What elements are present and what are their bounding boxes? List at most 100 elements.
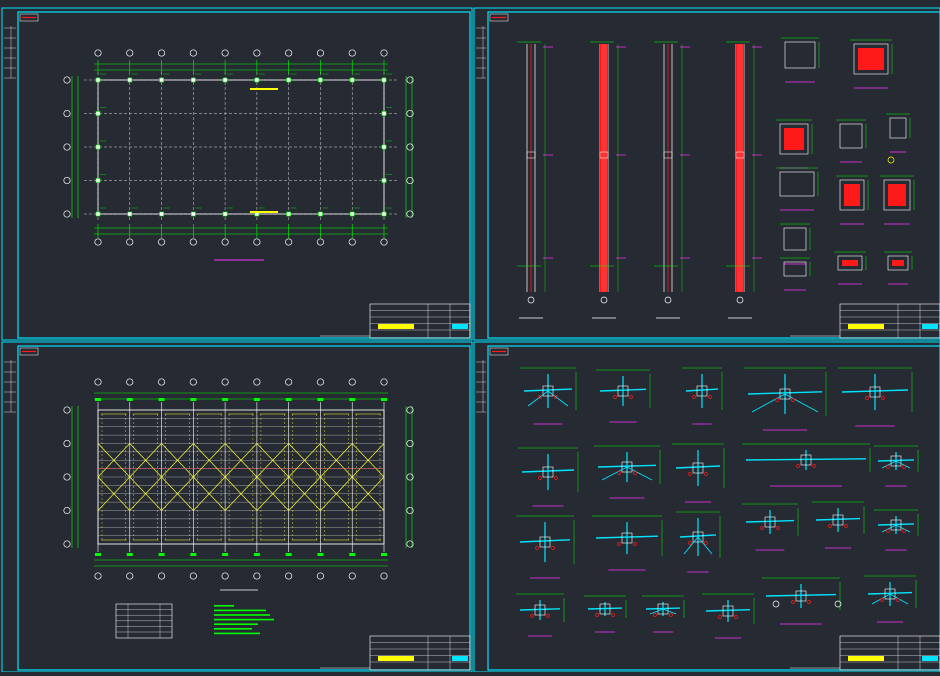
bolt-icon	[653, 613, 657, 617]
sheet-foundation-plan	[1, 7, 473, 341]
cad-sheets-svg	[1, 7, 940, 673]
axis-bubble-icon	[316, 572, 324, 580]
brace-member	[649, 608, 664, 615]
bolt-icon	[791, 600, 795, 604]
title-block-frame	[839, 635, 940, 671]
rafter-tag	[285, 398, 292, 401]
bolt-icon	[617, 471, 621, 475]
bolt-icon	[775, 398, 779, 402]
title-block-frame	[369, 635, 471, 671]
column-square-icon	[254, 77, 260, 83]
bolt-icon	[886, 529, 890, 533]
axis-bubble-icon	[736, 296, 744, 304]
anchor-bolt-icon	[887, 156, 895, 164]
plan-note	[250, 88, 278, 90]
bolt-icon	[554, 476, 558, 480]
plan-note	[250, 211, 278, 213]
node-detail-icon	[520, 367, 577, 425]
bolt-icon	[704, 541, 708, 545]
title-block	[320, 635, 471, 671]
bolt-icon	[629, 395, 633, 399]
material-table	[115, 603, 173, 639]
sheet-outer-frame	[1, 7, 473, 341]
brace-member	[626, 466, 653, 481]
title-block	[790, 303, 940, 339]
column-square-icon	[95, 178, 101, 183]
column-elevation	[654, 41, 690, 319]
rafter-tag	[158, 398, 165, 401]
axis-bubble-icon	[772, 600, 780, 608]
brace-member	[751, 393, 786, 413]
brace-member	[895, 524, 911, 533]
column-square-icon	[159, 211, 164, 217]
title-block-frame	[369, 303, 471, 339]
node-detail-icon	[672, 443, 725, 503]
brace-member	[881, 460, 897, 469]
axis-bubble-icon	[221, 378, 229, 386]
bolt-icon	[886, 465, 890, 469]
title-block-logo	[452, 656, 468, 661]
column-square-icon	[381, 211, 387, 217]
node-detail-icon	[834, 251, 867, 285]
axis-bubble-icon	[63, 210, 71, 218]
bolt-icon	[828, 524, 832, 528]
bolt-icon	[812, 464, 816, 468]
axis-bubble-icon	[221, 49, 229, 57]
column-square-icon	[95, 211, 101, 217]
bolt-icon	[844, 524, 848, 528]
node-detail-icon	[516, 593, 565, 637]
node-detail-icon	[880, 175, 915, 225]
rafter-tag	[253, 398, 260, 401]
title-block-name-bar	[378, 324, 414, 329]
column-square-icon	[127, 77, 133, 83]
detail-plate-fill	[858, 48, 884, 70]
sheet-inner-frame	[17, 345, 471, 671]
column-square-icon	[318, 77, 323, 83]
title-block-logo	[452, 324, 468, 329]
node-detail-icon	[762, 577, 841, 625]
axis-bubble-icon	[380, 238, 388, 246]
bolt-icon	[902, 529, 906, 533]
axis-bubble-icon	[63, 406, 71, 414]
column-square-icon	[191, 77, 196, 83]
column-square-icon	[381, 77, 387, 83]
axis-bubble-icon	[380, 49, 388, 57]
brace-member	[547, 390, 569, 407]
axis-bubble-icon	[158, 238, 166, 246]
brace-member	[895, 460, 911, 469]
node-detail-icon	[642, 595, 685, 633]
axis-bubble-icon	[600, 296, 608, 304]
axis-bubble-icon	[63, 506, 71, 515]
node-detail-icon	[592, 515, 663, 571]
axis-bubble-icon	[253, 572, 261, 580]
node-detail-icon	[884, 251, 913, 285]
axis-bubble-icon	[63, 143, 71, 151]
axis-bubble-icon	[63, 439, 71, 448]
column-square-icon	[381, 144, 387, 150]
axis-bubble-icon	[316, 49, 324, 57]
axis-bubble-icon	[664, 296, 672, 304]
column-square-icon	[349, 77, 355, 83]
bolt-icon	[692, 395, 696, 399]
column-square-icon	[159, 77, 164, 83]
axis-bubble-icon	[285, 572, 293, 580]
brace-member	[881, 524, 897, 533]
bolt-icon	[538, 476, 542, 480]
bolt-icon	[881, 396, 885, 400]
title-block-name-bar	[848, 656, 884, 661]
bolt-icon	[551, 546, 555, 550]
axis-bubble-icon	[158, 572, 166, 580]
rafter-tag	[381, 398, 387, 401]
brace-member	[662, 608, 677, 615]
axis-bubble-icon	[126, 378, 134, 386]
bolt-icon	[807, 600, 811, 604]
axis-bubble-icon	[527, 296, 535, 304]
axis-bubble-icon	[94, 572, 102, 580]
title-block-name-bar	[848, 324, 884, 329]
rafter-tag	[190, 398, 197, 401]
column-square-icon	[95, 144, 101, 150]
bolt-icon	[530, 614, 534, 618]
general-notes	[214, 605, 274, 635]
column-grid-plan	[63, 49, 414, 261]
column-square-icon	[381, 178, 387, 183]
